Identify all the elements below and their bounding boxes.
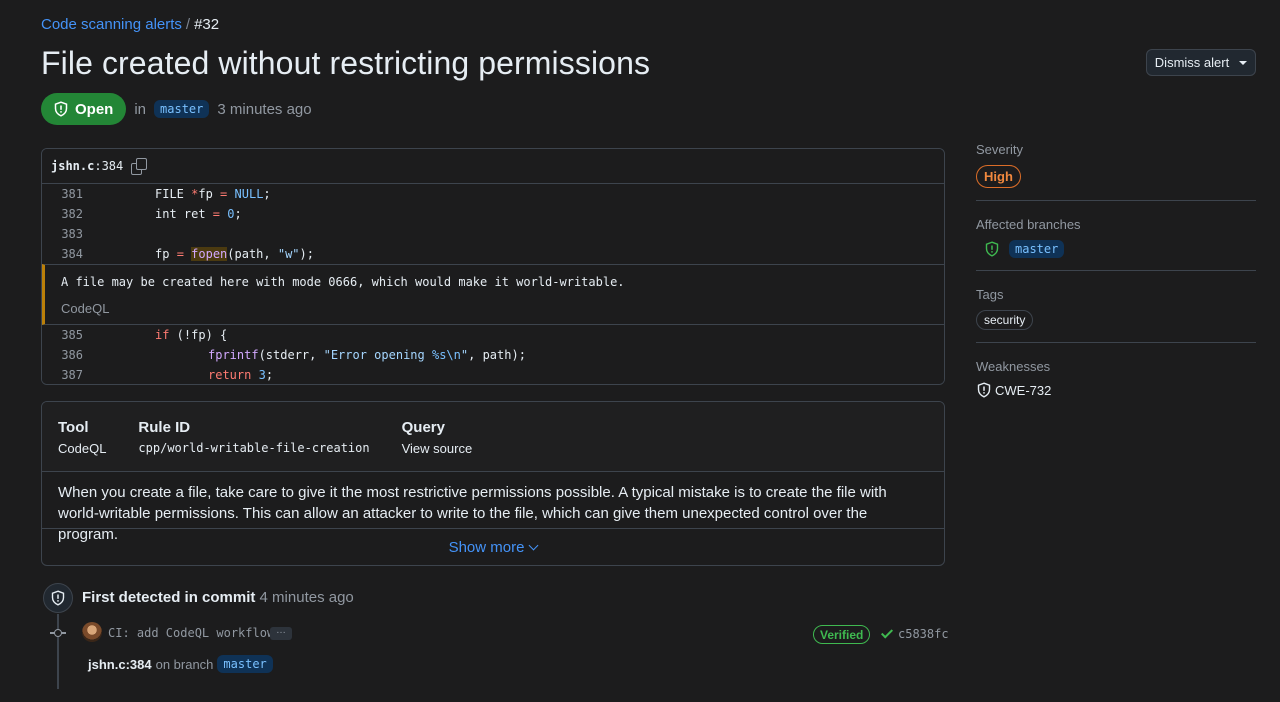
branch-pill[interactable]: master bbox=[217, 655, 273, 673]
dismiss-alert-label: Dismiss alert bbox=[1154, 55, 1230, 70]
query-heading: Query bbox=[401, 419, 445, 436]
alert-message-source: CodeQL bbox=[61, 301, 110, 316]
affected-branch-pill[interactable]: master bbox=[1009, 240, 1065, 258]
timeline-line bbox=[57, 614, 59, 689]
shield-icon bbox=[977, 382, 991, 398]
view-source-link[interactable]: View source bbox=[402, 441, 473, 456]
line-number: 387 bbox=[61, 368, 83, 382]
severity-badge: High bbox=[976, 165, 1021, 188]
status-badge: Open bbox=[41, 93, 127, 125]
location-link[interactable]: jshn.c:384 bbox=[88, 657, 152, 672]
code-text: FILE *fp = NULL; bbox=[155, 187, 271, 201]
line-number: 386 bbox=[61, 348, 83, 362]
commit-message[interactable]: CI: add CodeQL workflow bbox=[108, 626, 274, 640]
tags-heading: Tags bbox=[976, 287, 1004, 302]
affected-branches-section: Affected branches master bbox=[976, 217, 1256, 271]
line-number: 382 bbox=[61, 207, 83, 221]
line-number: 384 bbox=[61, 247, 83, 261]
code-line-ref: :384 bbox=[94, 159, 124, 173]
alert-message: A file may be created here with mode 066… bbox=[42, 264, 944, 325]
commit-sha[interactable]: c5838fc bbox=[898, 627, 949, 641]
rule-meta: Tool CodeQL Rule ID cpp/world-writable-f… bbox=[42, 402, 944, 472]
timeline-shield-icon bbox=[43, 583, 73, 613]
breadcrumb-current: #32 bbox=[194, 16, 220, 33]
weakness-item[interactable]: CWE-732 bbox=[976, 382, 1256, 398]
on-branch-text: on branch bbox=[155, 656, 214, 672]
show-more-label: Show more bbox=[448, 539, 525, 556]
timeline-title-text: First detected in commit bbox=[82, 589, 256, 606]
copy-icon[interactable] bbox=[131, 158, 148, 175]
code-snippet-header: jshn.c:384 bbox=[42, 149, 944, 184]
caret-down-icon bbox=[1239, 60, 1248, 65]
code-file-name: jshn.c bbox=[51, 159, 95, 173]
weaknesses-section: Weaknesses CWE-732 bbox=[976, 359, 1256, 410]
weaknesses-heading: Weaknesses bbox=[976, 359, 1051, 374]
code-text: int ret = 0; bbox=[155, 207, 242, 221]
code-text: return 3; bbox=[208, 368, 274, 382]
alert-message-text: A file may be created here with mode 066… bbox=[61, 275, 625, 289]
code-line: 381 FILE *fp = NULL; bbox=[42, 184, 944, 204]
sidebar: Severity High Affected branches master T… bbox=[976, 142, 1256, 426]
affected-branch-row: master bbox=[976, 240, 1256, 258]
code-text: if (!fp) { bbox=[155, 328, 228, 342]
branch-pill[interactable]: master bbox=[154, 100, 210, 118]
verified-badge[interactable]: Verified bbox=[813, 625, 871, 644]
breadcrumb: Code scanning alerts / #32 bbox=[41, 16, 219, 33]
line-number: 385 bbox=[61, 328, 83, 342]
code-text: fp = fopen(path, "w"); bbox=[155, 247, 314, 261]
avatar[interactable] bbox=[82, 622, 102, 642]
code-line: 383 bbox=[42, 224, 944, 244]
rule-id-value: cpp/world-writable-file-creation bbox=[138, 441, 370, 455]
commit-details-button[interactable]: … bbox=[270, 626, 292, 640]
line-number: 381 bbox=[61, 187, 83, 201]
query-column: Query View source bbox=[402, 419, 473, 471]
check-icon bbox=[881, 627, 893, 639]
code-file-path[interactable]: jshn.c:384 bbox=[51, 159, 123, 173]
line-number: 383 bbox=[61, 227, 83, 241]
commit-icon bbox=[50, 628, 66, 638]
code-line: 386 fprintf(stderr, "Error opening %s\n"… bbox=[42, 345, 944, 365]
code-line-highlighted: 384 fp = fopen(path, "w"); bbox=[42, 244, 944, 264]
severity-heading: Severity bbox=[976, 142, 1023, 157]
tool-column: Tool CodeQL bbox=[58, 419, 106, 471]
chevron-down-icon bbox=[528, 540, 539, 551]
rule-id-heading: Rule ID bbox=[138, 419, 191, 436]
severity-section: Severity High bbox=[976, 142, 1256, 201]
shield-check-icon bbox=[985, 241, 999, 257]
weakness-label: CWE-732 bbox=[995, 382, 1052, 398]
tool-heading: Tool bbox=[58, 419, 89, 436]
commit-location: jshn.c:384 on branch master bbox=[88, 655, 273, 673]
code-text: fprintf(stderr, "Error opening %s\n", pa… bbox=[208, 348, 526, 362]
status-label: Open bbox=[75, 100, 114, 118]
rule-id-column: Rule ID cpp/world-writable-file-creation bbox=[138, 419, 369, 471]
code-line: 385 if (!fp) { bbox=[42, 325, 944, 345]
show-more-button[interactable]: Show more bbox=[42, 529, 944, 565]
rule-details-panel: Tool CodeQL Rule ID cpp/world-writable-f… bbox=[41, 401, 945, 566]
dismiss-alert-button[interactable]: Dismiss alert bbox=[1146, 49, 1256, 76]
shield-icon bbox=[51, 590, 65, 606]
code-line: 382 int ret = 0; bbox=[42, 204, 944, 224]
timeline-title: First detected in commit 4 minutes ago bbox=[82, 589, 354, 606]
shield-check-icon bbox=[54, 101, 68, 117]
timeline-time: 4 minutes ago bbox=[259, 589, 354, 606]
status-time: 3 minutes ago bbox=[217, 100, 312, 118]
code-snippet-panel: jshn.c:384 381 FILE *fp = NULL; 382 int … bbox=[41, 148, 945, 385]
tool-value: CodeQL bbox=[58, 441, 107, 456]
breadcrumb-separator: / bbox=[185, 16, 191, 33]
tags-section: Tags security bbox=[976, 287, 1256, 343]
status-row: Open in master 3 minutes ago bbox=[41, 93, 312, 125]
rule-description: When you create a file, take care to giv… bbox=[42, 472, 944, 543]
tag-security[interactable]: security bbox=[976, 310, 1034, 330]
code-line: 387 return 3; bbox=[42, 365, 944, 384]
breadcrumb-link-code-scanning[interactable]: Code scanning alerts bbox=[41, 16, 182, 33]
page-title: File created without restricting permiss… bbox=[41, 45, 651, 81]
affected-branches-heading: Affected branches bbox=[976, 217, 1081, 232]
status-in-text: in bbox=[134, 100, 147, 118]
